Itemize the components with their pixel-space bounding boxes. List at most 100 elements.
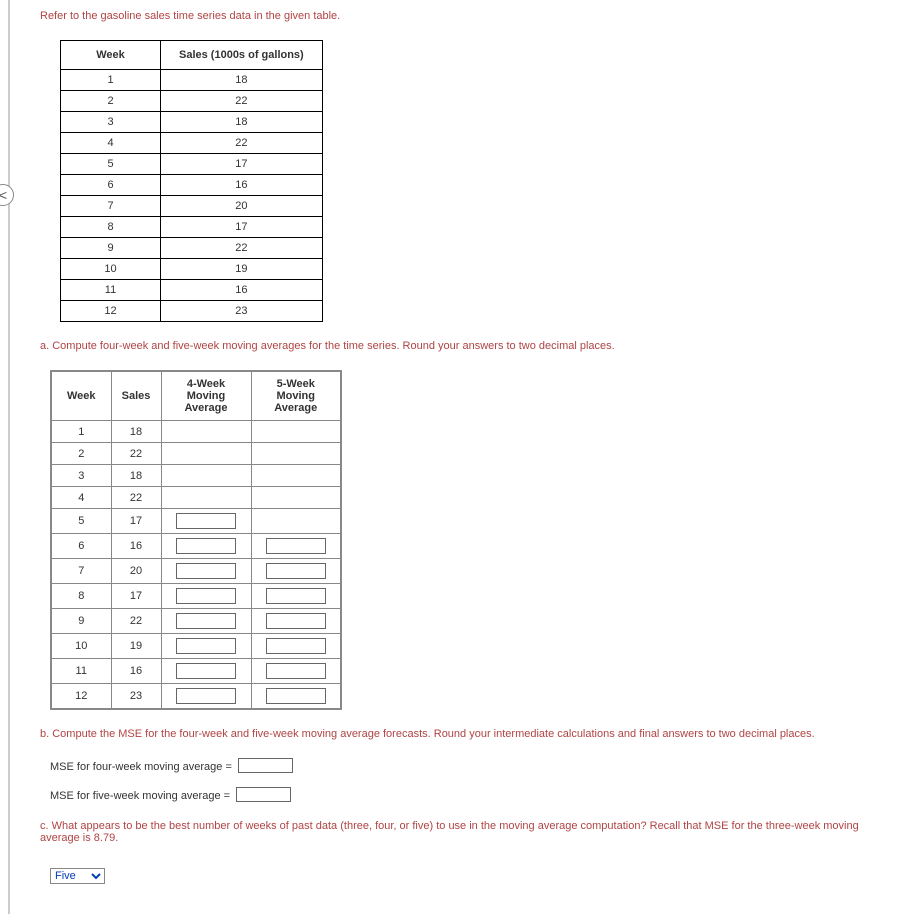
week-cell: 8	[51, 584, 111, 609]
ma4-input[interactable]	[176, 613, 236, 629]
table-row: 517	[51, 509, 341, 534]
header-week: Week	[61, 41, 161, 70]
ma5-cell	[251, 559, 341, 584]
week-cell: 3	[51, 465, 111, 487]
ma4-cell	[161, 465, 251, 487]
sales-cell: 22	[111, 487, 161, 509]
ma5-cell	[251, 684, 341, 710]
ma5-input[interactable]	[266, 638, 326, 654]
best-weeks-select[interactable]: ThreeFourFive	[50, 868, 105, 884]
table-row: 318	[51, 465, 341, 487]
week-cell: 10	[61, 259, 161, 280]
header-sales-2: Sales	[111, 371, 161, 421]
mse-four-label: MSE for four-week moving average =	[50, 761, 232, 773]
sales-cell: 18	[111, 421, 161, 443]
ma5-input[interactable]	[266, 663, 326, 679]
sales-cell: 20	[111, 559, 161, 584]
ma5-cell	[251, 443, 341, 465]
ma4-cell	[161, 421, 251, 443]
table-row: 422	[61, 133, 323, 154]
mse-five-input[interactable]	[236, 787, 291, 802]
mse-five-label: MSE for five-week moving average =	[50, 790, 230, 802]
ma4-input[interactable]	[176, 538, 236, 554]
ma5-input[interactable]	[266, 563, 326, 579]
part-a-text: a. Compute four-week and five-week movin…	[40, 340, 874, 352]
ma4-input[interactable]	[176, 563, 236, 579]
ma4-cell	[161, 509, 251, 534]
sales-cell: 16	[111, 534, 161, 559]
ma5-cell	[251, 634, 341, 659]
table-row: 422	[51, 487, 341, 509]
intro-text: Refer to the gasoline sales time series …	[40, 10, 874, 22]
sales-cell: 18	[161, 70, 323, 91]
week-cell: 1	[51, 421, 111, 443]
ma4-input[interactable]	[176, 588, 236, 604]
week-cell: 6	[51, 534, 111, 559]
ma5-cell	[251, 659, 341, 684]
table-row: 222	[51, 443, 341, 465]
sales-cell: 23	[161, 301, 323, 322]
week-cell: 9	[61, 238, 161, 259]
sales-cell: 17	[111, 509, 161, 534]
table-row: 118	[51, 421, 341, 443]
table-row: 1116	[61, 280, 323, 301]
sales-cell: 22	[161, 238, 323, 259]
ma4-input[interactable]	[176, 638, 236, 654]
table-row: 616	[61, 175, 323, 196]
sales-cell: 16	[161, 175, 323, 196]
header-week-2: Week	[51, 371, 111, 421]
table-row: 720	[51, 559, 341, 584]
header-ma5: 5-Week Moving Average	[251, 371, 341, 421]
week-cell: 11	[61, 280, 161, 301]
week-cell: 12	[61, 301, 161, 322]
week-cell: 3	[61, 112, 161, 133]
chevron-left-icon: <	[0, 187, 7, 203]
ma5-input[interactable]	[266, 688, 326, 704]
sales-cell: 18	[161, 112, 323, 133]
ma4-cell	[161, 487, 251, 509]
ma5-cell	[251, 534, 341, 559]
table-row: 118	[61, 70, 323, 91]
table-row: 616	[51, 534, 341, 559]
part-c-text: c. What appears to be the best number of…	[40, 820, 874, 844]
moving-average-table: Week Sales 4-Week Moving Average 5-Week …	[50, 370, 342, 710]
ma4-input[interactable]	[176, 663, 236, 679]
ma4-cell	[161, 534, 251, 559]
week-cell: 11	[51, 659, 111, 684]
sales-cell: 20	[161, 196, 323, 217]
sales-cell: 16	[161, 280, 323, 301]
week-cell: 10	[51, 634, 111, 659]
ma4-cell	[161, 659, 251, 684]
table-row: 922	[61, 238, 323, 259]
week-cell: 6	[61, 175, 161, 196]
header-sales: Sales (1000s of gallons)	[161, 41, 323, 70]
ma4-input[interactable]	[176, 688, 236, 704]
ma5-cell	[251, 609, 341, 634]
sales-cell: 17	[161, 217, 323, 238]
table-row: 817	[61, 217, 323, 238]
ma4-cell	[161, 684, 251, 710]
ma5-cell	[251, 465, 341, 487]
ma5-input[interactable]	[266, 538, 326, 554]
week-cell: 7	[61, 196, 161, 217]
sales-cell: 22	[111, 609, 161, 634]
ma5-input[interactable]	[266, 613, 326, 629]
sales-cell: 22	[111, 443, 161, 465]
ma4-cell	[161, 609, 251, 634]
table-row: 1223	[51, 684, 341, 710]
header-ma4: 4-Week Moving Average	[161, 371, 251, 421]
table-row: 720	[61, 196, 323, 217]
week-cell: 2	[61, 91, 161, 112]
ma4-cell	[161, 559, 251, 584]
week-cell: 9	[51, 609, 111, 634]
ma5-cell	[251, 584, 341, 609]
ma5-cell	[251, 421, 341, 443]
table-row: 922	[51, 609, 341, 634]
sales-data-table: Week Sales (1000s of gallons) 1182223184…	[60, 40, 323, 322]
ma5-input[interactable]	[266, 588, 326, 604]
sales-cell: 17	[111, 584, 161, 609]
ma5-cell	[251, 487, 341, 509]
ma4-input[interactable]	[176, 513, 236, 529]
week-cell: 8	[61, 217, 161, 238]
sales-cell: 22	[161, 133, 323, 154]
